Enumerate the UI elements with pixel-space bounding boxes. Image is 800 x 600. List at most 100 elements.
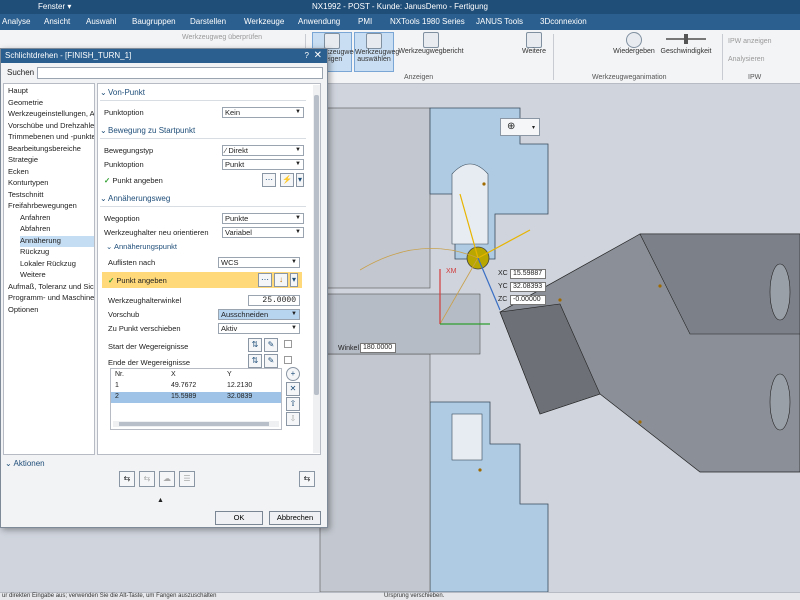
end-events-button[interactable]: ⇅ xyxy=(248,354,262,368)
start-events-button[interactable]: ⇅ xyxy=(248,338,262,352)
panel-vscroll[interactable] xyxy=(313,85,320,453)
wegoption-select[interactable]: Punkte ▼ xyxy=(222,213,304,224)
werkzeugweg-pruefen-button[interactable]: Werkzeugweg überprüfen xyxy=(182,34,262,41)
dropdown-arrow-icon: ▼ xyxy=(295,109,301,115)
xc-input[interactable]: 15.59887 xyxy=(510,269,546,279)
winkel-input[interactable]: 180.0000 xyxy=(360,343,396,353)
weitere-button[interactable]: Weitere xyxy=(518,32,550,72)
end-events-checkbox[interactable] xyxy=(284,356,292,364)
settings-panel: ⌄Von-Punkt Punktoption Kein ▼ ⌄Bewegung z… xyxy=(97,83,321,455)
section-annaeherungspunkt[interactable]: ⌄ Annäherungspunkt xyxy=(106,242,312,251)
menu-baugruppen[interactable]: Baugruppen xyxy=(132,17,176,26)
tree-item[interactable]: Testschnitt xyxy=(8,190,94,201)
end-events-edit-button[interactable]: ✎ xyxy=(264,354,278,368)
help-button[interactable]: ? xyxy=(305,51,309,60)
werkzeugweg-auswaehlen-button[interactable]: Werkzeugweg auswählen xyxy=(354,32,399,72)
move-up-button[interactable]: ⇧ xyxy=(286,397,300,411)
werkzeugwegbericht-button[interactable]: Werkzeugwegbericht xyxy=(398,32,464,72)
tree-item[interactable]: Anfahren xyxy=(20,213,94,224)
menu-3dconnexion[interactable]: 3Dconnexion xyxy=(540,17,587,26)
point-options-dropdown[interactable]: ▾ xyxy=(296,173,304,187)
point-inference-button[interactable]: ⚡ xyxy=(280,173,294,187)
menu-werkzeuge[interactable]: Werkzeuge xyxy=(244,17,284,26)
tree-item[interactable]: Konturtypen xyxy=(8,178,94,189)
point-arrow-button[interactable]: ↓ xyxy=(274,273,288,287)
menu-anwendung[interactable]: Anwendung xyxy=(298,17,340,26)
von-punktoption-select[interactable]: Kein ▼ xyxy=(222,107,304,118)
annaeherung-punkt-angeben[interactable]: ✓ Punkt angeben xyxy=(108,276,167,285)
tree-item[interactable]: Lokaler Rückzug xyxy=(20,259,94,270)
collapse-arrow-icon[interactable]: ▲ xyxy=(157,497,164,504)
view-orient-dropdown[interactable]: ⊕ ▾ xyxy=(500,118,540,136)
geschwindigkeit-slider[interactable]: Geschwindigkeit xyxy=(656,34,716,70)
menu-analyse[interactable]: Analyse xyxy=(2,17,30,26)
replay-button[interactable]: ⇆ xyxy=(139,471,155,487)
tree-item[interactable]: Haupt xyxy=(8,86,94,97)
section-von-punkt[interactable]: ⌄Von-Punkt xyxy=(100,88,306,97)
point-dialog-button-2[interactable]: ⋯ xyxy=(258,273,272,287)
bewegung-punkt-angeben[interactable]: ✓ Punkt angeben xyxy=(104,176,163,185)
abbrechen-button[interactable]: Abbrechen xyxy=(269,511,321,525)
menu-ansicht[interactable]: Ansicht xyxy=(44,17,70,26)
table-hscroll[interactable] xyxy=(113,421,279,427)
bewegung-punktoption-label: Punktoption xyxy=(104,160,144,169)
tree-item[interactable]: Rückzug xyxy=(20,247,94,258)
speed-thumb[interactable] xyxy=(684,34,688,44)
auflisten-nach-select[interactable]: WCS ▼ xyxy=(218,257,300,268)
tree-item[interactable]: Vorschübe und Drehzahlen xyxy=(8,121,94,132)
zc-label: ZC xyxy=(498,296,508,303)
search-input[interactable] xyxy=(37,67,323,79)
tree-item[interactable]: Bearbeitungsbereiche xyxy=(8,144,94,155)
start-events-checkbox[interactable] xyxy=(284,340,292,348)
list-button[interactable]: ☰ xyxy=(179,471,195,487)
menu-pmi[interactable]: PMI xyxy=(358,17,372,26)
delete-point-button[interactable]: ✕ xyxy=(286,382,300,396)
tree-item[interactable]: Programm- und Maschine xyxy=(8,293,94,304)
ok-button[interactable]: OK xyxy=(215,511,263,525)
section-aktionen[interactable]: ⌄ Aktionen xyxy=(5,459,45,468)
vorschub-select[interactable]: Ausschneiden ▼ xyxy=(218,309,300,320)
werkzeughalter-orient-select[interactable]: Variabel ▼ xyxy=(222,227,304,238)
wiedergeben-button[interactable]: Wiedergeben xyxy=(612,32,656,72)
tree-item[interactable]: Weitere xyxy=(20,270,94,281)
tree-item[interactable]: Abfahren xyxy=(20,224,94,235)
werkzeughalterwinkel-input[interactable]: 25.0000 xyxy=(248,295,300,306)
zc-input[interactable]: -0.00000 xyxy=(510,295,546,305)
menu-janus-tools[interactable]: JANUS Tools xyxy=(476,17,523,26)
yc-input[interactable]: 32.08393 xyxy=(510,282,546,292)
tree-item[interactable]: Trimmebenen und -punkte xyxy=(8,132,94,143)
menu-darstellen[interactable]: Darstellen xyxy=(190,17,226,26)
panel-vscroll-thumb[interactable] xyxy=(314,95,319,395)
tree-item[interactable]: Freifahrbewegungen xyxy=(8,201,94,212)
display-settings-button[interactable]: ⇆ xyxy=(299,471,315,487)
tree-item[interactable]: Optionen xyxy=(8,305,94,316)
point-dialog-button[interactable]: ⋯ xyxy=(262,173,276,187)
bewegung-punktoption-select[interactable]: Punkt ▼ xyxy=(222,159,304,170)
table-row[interactable]: 2 15.5989 32.0839 xyxy=(111,392,281,403)
ipw-anzeigen-button[interactable]: IPW anzeigen xyxy=(728,38,772,45)
section-bewegung-startpunkt[interactable]: ⌄Bewegung zu Startpunkt xyxy=(100,126,306,135)
dialog-title-bar[interactable]: Schlichtdrehen - [FINISH_TURN_1] ? ✕ xyxy=(1,49,327,63)
section-annaeherungsweg[interactable]: ⌄Annäherungsweg xyxy=(100,194,306,203)
tree-item[interactable]: Geometrie xyxy=(8,98,94,109)
zu-punkt-select[interactable]: Aktiv ▼ xyxy=(218,323,300,334)
chevron-down-icon: ⌄ xyxy=(100,126,107,135)
tree-item[interactable]: Ecken xyxy=(8,167,94,178)
close-button[interactable]: ✕ xyxy=(314,50,322,61)
table-row[interactable]: 1 49.7672 12.2130 xyxy=(111,381,281,392)
tree-item[interactable]: Annäherung xyxy=(20,235,94,247)
generate-button[interactable]: ⇆ xyxy=(119,471,135,487)
menu-nxtools[interactable]: NXTools 1980 Series xyxy=(390,17,465,26)
move-down-button[interactable]: ⇩ xyxy=(286,412,300,426)
start-events-edit-button[interactable]: ✎ xyxy=(264,338,278,352)
verify-button[interactable]: ☁ xyxy=(159,471,175,487)
tree-item[interactable]: Strategie xyxy=(8,155,94,166)
bewegungstyp-select[interactable]: ∕ Direkt ▼ xyxy=(222,145,304,156)
add-point-button[interactable]: + xyxy=(286,367,300,381)
analysieren-button[interactable]: Analysieren xyxy=(728,56,765,63)
point-options-dropdown-2[interactable]: ▾ xyxy=(290,273,298,287)
table-hscroll-thumb[interactable] xyxy=(119,422,269,426)
tree-item[interactable]: Werkzeugeinstellungen, Ac xyxy=(8,109,94,120)
tree-item[interactable]: Aufmaß, Toleranz und Sich xyxy=(8,282,94,293)
menu-auswahl[interactable]: Auswahl xyxy=(86,17,116,26)
